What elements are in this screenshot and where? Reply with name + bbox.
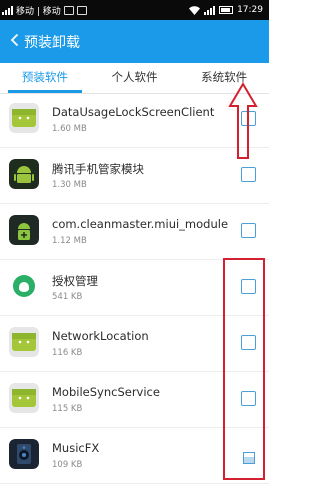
select-checkbox[interactable] (241, 223, 256, 238)
carrier-text: 移动 | 移动 (16, 6, 61, 17)
list-item[interactable]: NetworkLocation 116 KB (0, 316, 269, 372)
app-name: 授权管理 (52, 274, 98, 288)
list-item[interactable]: DataUsageLockScreenClient 1.60 MB (0, 92, 269, 148)
app-size: 109 KB (52, 460, 83, 470)
app-size: 1.30 MB (52, 180, 87, 190)
speaker-icon (9, 439, 39, 469)
app-name: MusicFX (52, 441, 100, 455)
signal-icon (2, 5, 13, 15)
select-checkbox[interactable] (243, 449, 255, 464)
app-size: 1.12 MB (52, 236, 87, 246)
signal-strength-icon (204, 5, 216, 15)
tab-system[interactable]: 系统软件 (179, 63, 269, 93)
page-title: 预装卸载 (24, 34, 80, 51)
status-bar-right: 17:29 (189, 5, 269, 15)
list-item[interactable]: MobileSyncService 115 KB (0, 372, 269, 428)
select-checkbox[interactable] (241, 335, 256, 350)
android-icon (9, 327, 39, 357)
image-icon (63, 5, 74, 15)
android-icon (9, 159, 39, 189)
app-size: 1.60 MB (52, 124, 87, 134)
list-item[interactable]: 授权管理 541 KB (0, 260, 269, 316)
app-name: com.cleanmaster.miui_module (52, 217, 229, 231)
wifi-icon (189, 5, 201, 15)
android-icon (9, 383, 39, 413)
tab-personal[interactable]: 个人软件 (90, 63, 180, 93)
app-size: 116 KB (52, 348, 83, 358)
battery-icon (219, 6, 234, 14)
clock: 17:29 (237, 5, 263, 15)
chevron-left-icon (10, 33, 18, 47)
select-checkbox[interactable] (241, 391, 256, 406)
back-button[interactable] (4, 32, 24, 51)
select-checkbox[interactable] (241, 111, 256, 126)
title-bar: 预装卸载 (0, 20, 269, 63)
permission-manager-icon (9, 271, 39, 301)
notification-icon (76, 5, 87, 15)
status-bar-left: 移动 | 移动 (0, 4, 87, 17)
tab-preinstalled[interactable]: 预装软件 (0, 63, 90, 93)
app-name: 腾讯手机管家模块 (52, 162, 144, 176)
list-item[interactable]: com.cleanmaster.miui_module 1.12 MB (0, 204, 269, 260)
list-item[interactable]: MusicFX 109 KB (0, 428, 269, 484)
app-size: 115 KB (52, 404, 83, 414)
app-name: MobileSyncService (52, 385, 160, 399)
select-checkbox[interactable] (241, 167, 256, 182)
select-checkbox[interactable] (241, 279, 256, 294)
android-icon (9, 103, 39, 133)
status-bar: 移动 | 移动 17:29 (0, 0, 269, 20)
app-name: NetworkLocation (52, 329, 149, 343)
cleanmaster-icon (9, 215, 39, 245)
app-size: 541 KB (52, 292, 83, 302)
app-name: DataUsageLockScreenClient (52, 105, 215, 119)
list-item[interactable]: 腾讯手机管家模块 1.30 MB (0, 148, 269, 204)
